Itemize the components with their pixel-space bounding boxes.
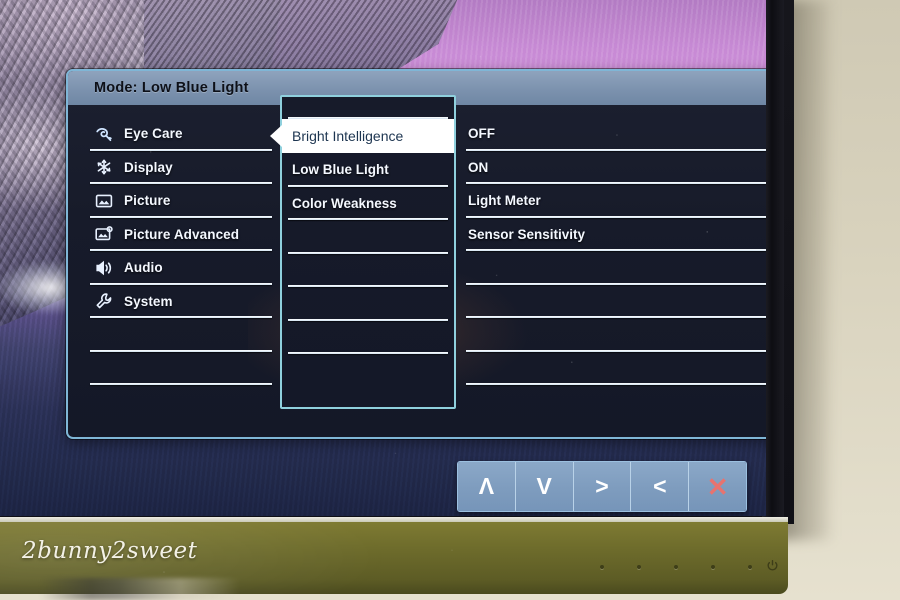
value-item-label: Light Meter	[468, 193, 541, 209]
sidebar-item-picture[interactable]: Picture	[68, 184, 280, 218]
value-item-light-meter[interactable]: Light Meter	[464, 184, 766, 218]
photo-watermark: 2bunny2sweet	[22, 538, 198, 564]
sidebar-item-system[interactable]: System	[68, 285, 280, 319]
submenu-item-bright-intelligence[interactable]: Bright Intelligence	[270, 119, 454, 153]
sidebar-item-display[interactable]: Display	[68, 151, 280, 185]
osd-key-bar: Λ V > < ✕	[457, 461, 747, 512]
osd-body: Eye Care Display Picture Picture Advance…	[68, 95, 766, 437]
sidebar-item-audio[interactable]: Audio	[68, 251, 280, 285]
sidebar-item-picture-advanced[interactable]: Picture Advanced	[68, 218, 280, 252]
submenu-top-spacer	[282, 97, 454, 119]
osd-category-column: Eye Care Display Picture Picture Advance…	[68, 105, 280, 437]
sidebar-item-label: System	[124, 293, 173, 309]
display-icon	[94, 157, 114, 177]
monitor-screen: Mode: Low Blue Light Eye Care Display Pi…	[0, 0, 766, 516]
submenu-item-label: Low Blue Light	[292, 162, 389, 178]
sidebar-item-label: Picture Advanced	[124, 226, 240, 242]
submenu-item-empty-1[interactable]	[282, 220, 454, 254]
value-item-off[interactable]: OFF ✔	[464, 117, 766, 151]
submenu-item-label: Bright Intelligence	[292, 128, 404, 144]
monitor-hardware-buttons[interactable]	[600, 565, 752, 569]
value-item-empty-4[interactable]	[464, 352, 766, 386]
submenu-item-empty-2[interactable]	[282, 254, 454, 288]
sidebar-item-empty-1[interactable]	[68, 318, 280, 352]
audio-icon	[94, 258, 114, 278]
hardware-button-5[interactable]	[748, 565, 752, 569]
desk-cable	[40, 578, 240, 600]
osd-value-column: OFF ✔ ON Light Meter Sensor Sensitivity	[456, 105, 766, 437]
monitor: Mode: Low Blue Light Eye Care Display Pi…	[0, 0, 806, 594]
hardware-button-3[interactable]	[674, 565, 678, 569]
key-down-button[interactable]: V	[515, 462, 574, 511]
osd-title-text: Mode: Low Blue Light	[94, 80, 249, 96]
sidebar-item-label: Eye Care	[124, 126, 183, 142]
submenu-item-empty-4[interactable]	[282, 321, 454, 355]
value-item-label: Sensor Sensitivity	[468, 226, 586, 242]
value-item-empty-1[interactable]	[464, 251, 766, 285]
sidebar-item-empty-2[interactable]	[68, 352, 280, 386]
picture-advanced-icon	[94, 224, 114, 244]
sidebar-item-eye-care[interactable]: Eye Care	[68, 117, 280, 151]
submenu-item-empty-3[interactable]	[282, 287, 454, 321]
hardware-button-4[interactable]	[711, 565, 715, 569]
eye-care-icon	[94, 124, 114, 144]
hardware-button-1[interactable]	[600, 565, 604, 569]
submenu-item-color-weakness[interactable]: Color Weakness	[282, 187, 454, 221]
submenu-item-label: Color Weakness	[292, 195, 397, 211]
submenu-item-low-blue-light[interactable]: Low Blue Light	[282, 153, 454, 187]
value-item-sensor-sensitivity[interactable]: Sensor Sensitivity	[464, 218, 766, 252]
key-up-button[interactable]: Λ	[458, 462, 516, 511]
value-item-empty-2[interactable]	[464, 285, 766, 319]
osd-panel: Mode: Low Blue Light Eye Care Display Pi…	[66, 69, 766, 439]
sidebar-item-label: Audio	[124, 260, 163, 276]
value-item-label: ON	[468, 159, 489, 175]
system-icon	[94, 291, 114, 311]
value-item-on[interactable]: ON	[464, 151, 766, 185]
key-exit-button[interactable]: ✕	[689, 462, 746, 511]
key-right-button[interactable]: >	[573, 462, 632, 511]
key-left-button[interactable]: <	[631, 462, 690, 511]
value-item-label: OFF	[468, 126, 495, 142]
osd-submenu-column: Bright Intelligence Low Blue Light Color…	[270, 95, 456, 409]
selection-pointer-icon	[270, 125, 282, 147]
value-item-empty-3[interactable]	[464, 318, 766, 352]
screenshot-stage: Mode: Low Blue Light Eye Care Display Pi…	[0, 0, 900, 600]
picture-icon	[94, 191, 114, 211]
sidebar-item-label: Display	[124, 159, 173, 175]
power-icon[interactable]	[765, 558, 780, 574]
sidebar-item-label: Picture	[124, 193, 171, 209]
hardware-button-2[interactable]	[637, 565, 641, 569]
